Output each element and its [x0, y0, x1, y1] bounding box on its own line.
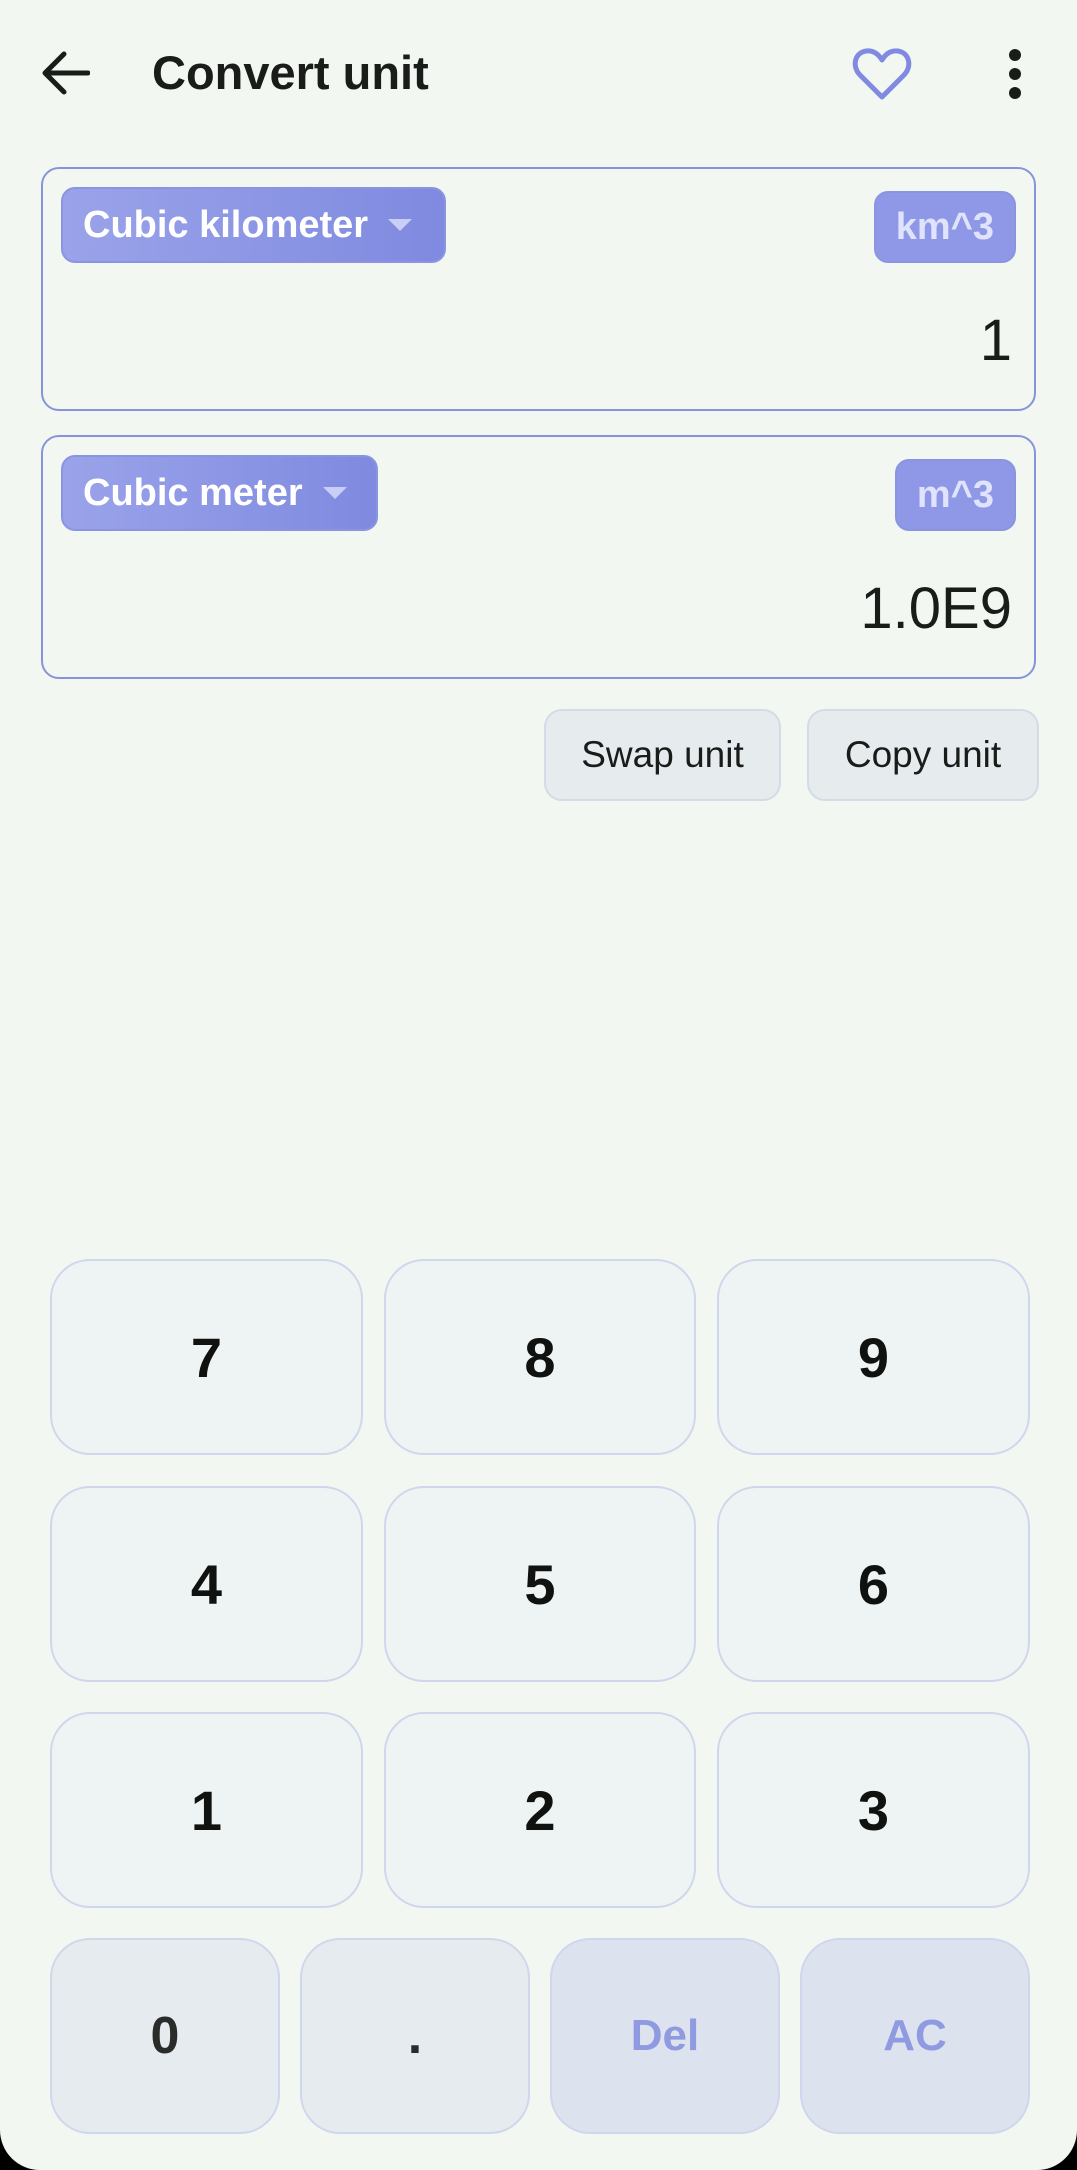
to-unit-value: 1.0E9: [860, 576, 1012, 641]
from-unit-value[interactable]: 1: [980, 301, 1012, 381]
key-3[interactable]: 3: [717, 1712, 1030, 1908]
from-unit-dropdown[interactable]: Cubic kilometer: [61, 187, 446, 263]
key-0[interactable]: 0: [50, 1938, 280, 2134]
from-unit-card[interactable]: Cubic kilometer km^3 1: [41, 167, 1036, 411]
copy-unit-button[interactable]: Copy unit: [807, 709, 1039, 801]
key-5[interactable]: 5: [384, 1486, 696, 1682]
back-button[interactable]: [30, 38, 100, 108]
key-1[interactable]: 1: [50, 1712, 363, 1908]
key-6[interactable]: 6: [717, 1486, 1030, 1682]
page-title: Convert unit: [152, 46, 429, 99]
from-unit-symbol: km^3: [873, 191, 1016, 263]
arrow-back-icon: [42, 51, 90, 95]
to-unit-dropdown[interactable]: Cubic meter: [61, 455, 378, 531]
key-8[interactable]: 8: [384, 1259, 696, 1455]
dropdown-arrow-icon: [388, 219, 413, 231]
favorite-button[interactable]: [846, 38, 918, 110]
to-unit-name: Cubic meter: [83, 471, 303, 514]
key-all-clear[interactable]: AC: [800, 1938, 1030, 2134]
key-delete[interactable]: Del: [550, 1938, 780, 2134]
key-9[interactable]: 9: [717, 1259, 1030, 1455]
to-unit-symbol: m^3: [894, 459, 1016, 531]
more-vert-icon: [1009, 49, 1021, 99]
key-7[interactable]: 7: [50, 1259, 363, 1455]
to-unit-card[interactable]: Cubic meter m^3 1.0E9: [41, 435, 1036, 679]
app-bar: Convert unit: [0, 0, 1077, 145]
more-options-button[interactable]: [980, 38, 1050, 110]
from-unit-name: Cubic kilometer: [83, 203, 369, 246]
screen: Convert unit Cubic kilometer km^3 1 Cubi…: [0, 0, 1077, 2170]
dropdown-arrow-icon: [322, 487, 347, 499]
heart-outline-icon: [852, 48, 912, 100]
key-4[interactable]: 4: [50, 1486, 363, 1682]
swap-unit-button[interactable]: Swap unit: [544, 709, 781, 801]
key-decimal[interactable]: .: [300, 1938, 530, 2134]
key-2[interactable]: 2: [384, 1712, 696, 1908]
